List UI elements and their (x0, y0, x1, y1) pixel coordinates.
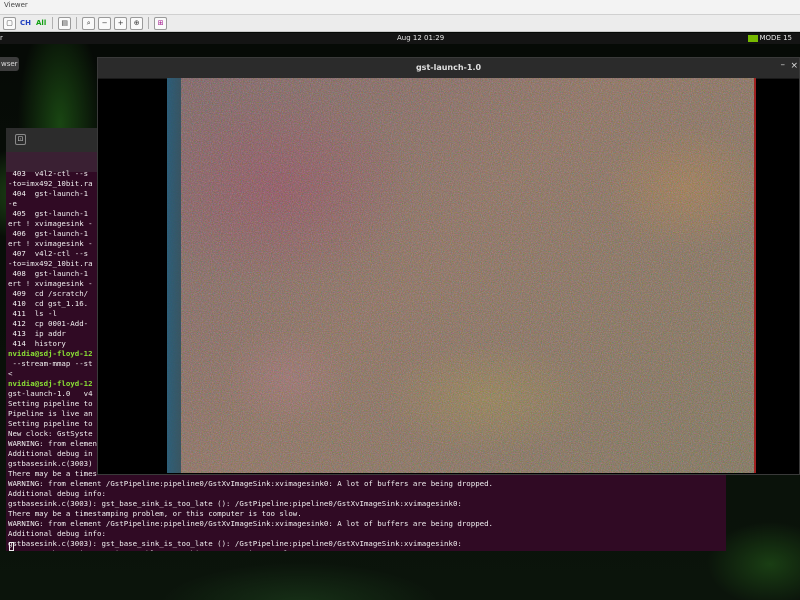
video-noise (167, 78, 755, 473)
viewer-title: Viewer (4, 1, 28, 9)
page-icon[interactable]: ▤ (58, 16, 72, 30)
terminal-menu-icon[interactable]: ⊡ (15, 134, 26, 145)
terminal-line: There may be a timestamping problem, or … (8, 549, 722, 551)
gst-video-window[interactable]: gst-launch-1.0 – × (97, 57, 800, 475)
zoom-in-icon[interactable]: + (114, 16, 128, 30)
gst-window-title: gst-launch-1.0 (415, 63, 482, 72)
viewer-titlebar: Viewer (0, 0, 800, 15)
terminal-line: Additional debug info: (8, 489, 106, 498)
toolbar-separator (148, 17, 150, 29)
terminal-line: gstbasesink.c(3003): gst_base_sink_is_to… (8, 499, 462, 508)
viewer-toolbar: ▢ CH All ▤ ⌕ − + ⊕ ⊞ (0, 15, 800, 32)
activities-button[interactable]: r (0, 34, 3, 42)
terminal-line: WARNING: from element /GstPipeline:pipel… (8, 519, 493, 528)
close-icon[interactable]: × (790, 61, 798, 71)
mode-label: MODE 15 (759, 34, 793, 42)
zoom-out-icon[interactable]: − (98, 16, 112, 30)
video-left-edge (167, 78, 181, 473)
terminal-cursor (9, 542, 14, 551)
gst-titlebar: gst-launch-1.0 – × (98, 58, 799, 79)
terminal-line: WARNING: from element /GstPipeline:pipel… (8, 479, 493, 488)
toolbar-separator (52, 17, 54, 29)
terminal-line: There may be a timestamping problem, or … (8, 509, 302, 518)
toolbar-all-button[interactable]: All (35, 19, 47, 27)
toolbar-separator (76, 17, 78, 29)
toolbar-ch-button[interactable]: CH (19, 19, 32, 27)
video-right-edge (754, 78, 756, 473)
terminal-line: gstbasesink.c(3003): gst_base_sink_is_to… (8, 539, 462, 548)
minimize-icon[interactable]: – (781, 60, 786, 70)
zoom-fit-icon[interactable]: ⊕ (130, 16, 144, 30)
system-top-panel: r Aug 12 01:29 MODE 15 (0, 33, 800, 44)
zoom-icon[interactable]: ⌕ (82, 16, 96, 30)
copy-icon[interactable]: ▢ (3, 16, 16, 30)
nvidia-mode-indicator[interactable]: MODE 15 (747, 34, 793, 42)
clock[interactable]: Aug 12 01:29 (397, 34, 444, 42)
grid-icon[interactable]: ⊞ (154, 16, 168, 30)
video-frame (167, 78, 755, 473)
browser-taskbar-item[interactable]: wser (0, 57, 19, 71)
terminal-line: Additional debug info: (8, 529, 106, 538)
nvidia-icon (747, 34, 758, 42)
